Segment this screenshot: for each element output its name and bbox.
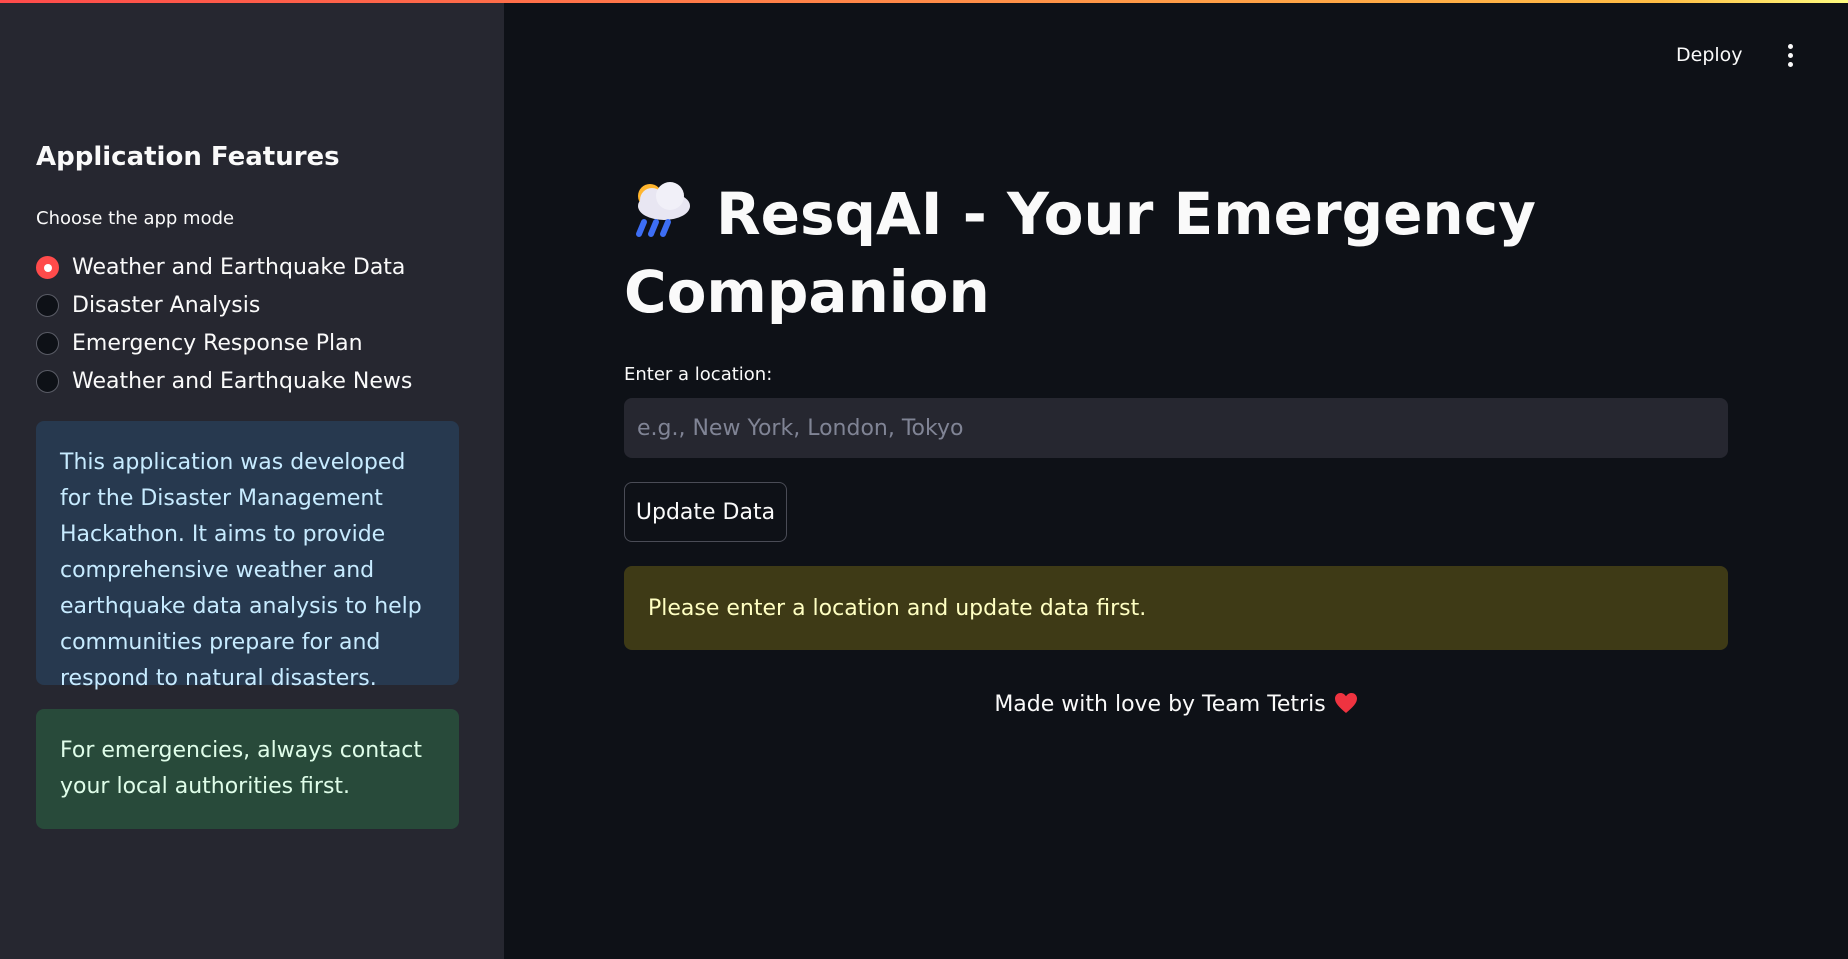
vertical-ellipsis-icon (1787, 43, 1793, 67)
location-input[interactable] (624, 398, 1728, 458)
app-mode-label: Choose the app mode (36, 208, 235, 229)
sidebar: Application Features Choose the app mode… (0, 0, 504, 959)
radio-option-label: Emergency Response Plan (72, 330, 363, 356)
radio-option-emergency-response-plan[interactable]: Emergency Response Plan (36, 324, 412, 362)
radio-selected-icon[interactable] (36, 255, 59, 279)
radio-option-label: Disaster Analysis (72, 292, 261, 318)
app-mode-radio-group: Weather and Earthquake Data Disaster Ana… (36, 248, 412, 400)
main-menu-button[interactable] (1778, 40, 1802, 70)
page-title: ResqAI - Your Emergency Companion (624, 175, 1724, 331)
location-input-label: Enter a location: (624, 364, 773, 385)
heart-icon (1334, 693, 1357, 713)
footer: Made with love by Team Tetris (624, 692, 1728, 717)
radio-option-disaster-analysis[interactable]: Disaster Analysis (36, 286, 412, 324)
radio-option-label: Weather and Earthquake News (72, 368, 413, 394)
page-title-text: ResqAI - Your Emergency Companion (624, 180, 1536, 326)
deploy-button[interactable]: Deploy (1676, 40, 1743, 70)
radio-option-label: Weather and Earthquake Data (72, 254, 406, 280)
radio-option-weather-earthquake-news[interactable]: Weather and Earthquake News (36, 362, 412, 400)
warning-alert: Please enter a location and update data … (624, 566, 1728, 650)
radio-unselected-icon[interactable] (36, 331, 59, 355)
radio-option-weather-earthquake-data[interactable]: Weather and Earthquake Data (36, 248, 412, 286)
warning-text: Please enter a location and update data … (648, 595, 1147, 621)
info-box: This application was developed for the D… (36, 421, 459, 691)
footer-text: Made with love by Team Tetris (994, 692, 1326, 717)
top-decoration-bar (0, 0, 1848, 3)
radio-unselected-icon[interactable] (36, 293, 59, 317)
success-box: For emergencies, always contact your loc… (36, 709, 459, 829)
radio-unselected-icon[interactable] (36, 369, 59, 393)
update-data-button[interactable]: Update Data (624, 482, 787, 542)
sidebar-title: Application Features (36, 142, 340, 172)
cloud-rain-sun-icon (636, 182, 690, 237)
